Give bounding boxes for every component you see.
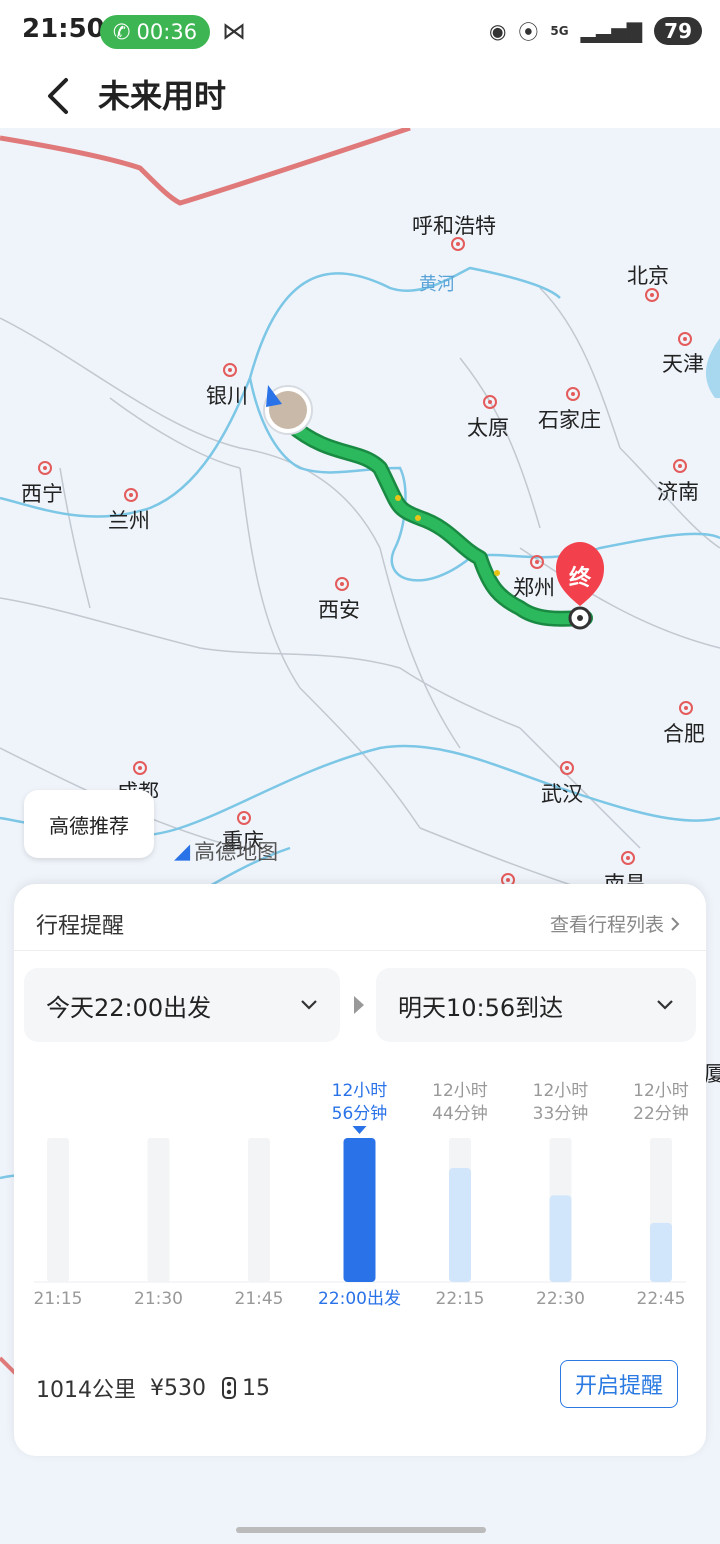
- city-label: 济南: [657, 480, 699, 504]
- selected-pointer-icon: [352, 1126, 367, 1134]
- city-label: 武汉: [541, 782, 583, 806]
- amap-logo-icon: ◢: [174, 839, 191, 863]
- depart-time-value: 今天22:00出发: [46, 993, 212, 1022]
- chart-bar: [549, 1195, 572, 1282]
- chart-tick-label: 22:30: [536, 1289, 585, 1309]
- back-button[interactable]: [34, 72, 82, 120]
- chevron-down-icon: [657, 1000, 673, 1010]
- distance-stat: 1014公里: [36, 1372, 136, 1404]
- chart-tick-label: 21:45: [235, 1289, 284, 1309]
- chart-tick-label: 22:00出发: [318, 1289, 401, 1309]
- city-label: 西安: [318, 598, 360, 622]
- distance-value: 1014公里: [36, 1378, 136, 1403]
- call-icon: ✆: [112, 20, 131, 44]
- depart-time-select[interactable]: 今天22:00出发: [24, 968, 340, 1042]
- location-icon: ◉: [488, 18, 507, 43]
- amap-logo: ◢ 高德地图: [174, 836, 278, 866]
- chevron-left-icon: [48, 78, 68, 114]
- city-label: 北京: [627, 264, 669, 288]
- chart-value-label: 12小时: [533, 1081, 589, 1101]
- chart-tick-label: 22:15: [436, 1289, 485, 1309]
- hotspot-icon: ⦿: [518, 20, 539, 44]
- card-title: 行程提醒: [36, 914, 125, 939]
- start-marker[interactable]: [263, 385, 313, 435]
- enable-reminder-button[interactable]: 开启提醒: [560, 1360, 678, 1408]
- chart-bar-track: [147, 1138, 170, 1282]
- arrive-time-value: 明天10:56到达: [398, 993, 564, 1022]
- chart-value-label: 33分钟: [533, 1104, 589, 1124]
- toll-stat: ¥530: [150, 1376, 206, 1401]
- chart-value-label: 12小时: [332, 1081, 388, 1101]
- arrow-right-icon: [354, 996, 364, 1014]
- call-timer-pill[interactable]: ✆ 00:36: [100, 15, 210, 49]
- signal-icon: ▂▃▅▇: [580, 18, 643, 43]
- city-label: 太原: [467, 416, 509, 440]
- chart-value-label: 12小时: [633, 1081, 689, 1101]
- chart-value-label: 12小时: [432, 1081, 488, 1101]
- toll-value: ¥530: [150, 1375, 206, 1401]
- chart-tick-label: 22:45: [637, 1289, 686, 1309]
- river-label: 黄河: [419, 274, 455, 295]
- duration-chart-canvas: 21:15 21:30 21:45 12小时 56分钟 22:00出发 12小时 44分钟 22…: [34, 1081, 689, 1309]
- chart-bar-selected: [343, 1138, 376, 1282]
- chart-value-label: 56分钟: [332, 1104, 388, 1124]
- trip-stats: 1014公里 ¥530 15: [36, 1372, 270, 1404]
- home-indicator[interactable]: [236, 1527, 486, 1533]
- network-type: 5G: [550, 23, 569, 38]
- page-title: 未来用时: [98, 77, 227, 115]
- status-bar: 21:50 ✆ 00:36 ⋈ ◉ ⦿ 5G ▂▃▅▇ 79: [0, 0, 720, 64]
- trip-list-link-label: 查看行程列表: [549, 914, 664, 936]
- traffic-light-icon: [222, 1377, 236, 1399]
- trip-list-link[interactable]: 查看行程列表: [550, 910, 680, 937]
- arrive-time-select[interactable]: 明天10:56到达: [376, 968, 696, 1042]
- recommend-chip[interactable]: 高德推荐: [24, 790, 154, 858]
- city-label: 呼和浩特: [412, 214, 496, 238]
- traffic-light-stat: 15: [220, 1376, 270, 1401]
- chart-bar-track: [47, 1138, 69, 1282]
- call-timer: 00:36: [136, 20, 198, 44]
- divider: [14, 950, 706, 951]
- chart-bar: [449, 1167, 471, 1282]
- amap-logo-text: 高德地图: [194, 840, 279, 864]
- header: 未来用时: [0, 64, 720, 128]
- chevron-right-icon: [671, 916, 680, 931]
- city-label: 天津: [662, 352, 704, 376]
- city-label: 郑州: [513, 576, 555, 600]
- chart-tick-label: 21:30: [134, 1289, 183, 1309]
- city-label: 厦: [704, 1062, 720, 1086]
- status-time: 21:50: [22, 14, 105, 44]
- city-label: 兰州: [108, 509, 150, 533]
- trip-reminder-card: 行程提醒 查看行程列表 今天22:00出发 明天10:56到达 21:15 21:…: [14, 884, 706, 1456]
- traffic-light-count: 15: [242, 1375, 270, 1401]
- end-marker-label: 终: [569, 566, 592, 591]
- chevron-down-icon: [301, 1000, 317, 1010]
- battery-badge: 79: [654, 16, 702, 45]
- duration-chart[interactable]: 21:15 21:30 21:45 12小时 56分钟 22:00出发 12小时 44分钟 22…: [14, 1066, 706, 1326]
- satellite-icon: ⋈: [222, 17, 246, 45]
- status-icons: ◉ ⦿ 5G ▂▃▅▇ 79: [489, 16, 702, 45]
- chart-tick-label: 21:15: [34, 1289, 83, 1309]
- city-label: 石家庄: [538, 408, 601, 432]
- city-label: 西宁: [21, 482, 63, 506]
- chart-bar: [650, 1222, 672, 1282]
- city-label: 合肥: [663, 722, 705, 746]
- chart-bar-track: [248, 1138, 270, 1282]
- chart-value-label: 22分钟: [633, 1104, 689, 1124]
- chart-value-label: 44分钟: [432, 1104, 488, 1124]
- city-label: 银川: [206, 384, 248, 408]
